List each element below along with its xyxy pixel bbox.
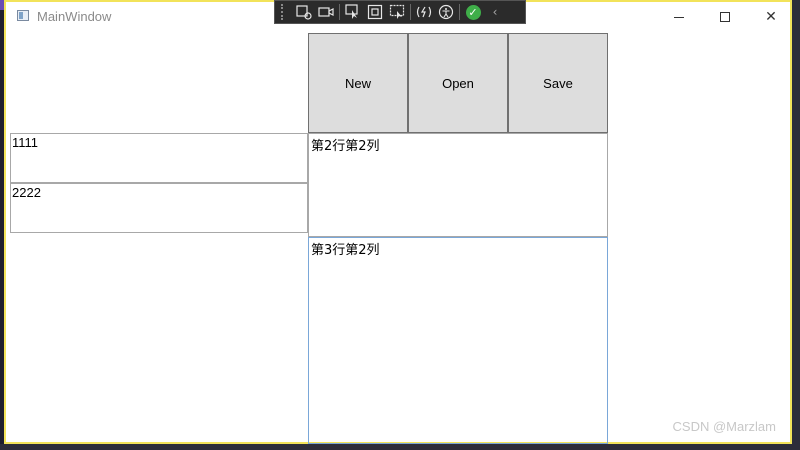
- grid-divider: [308, 233, 309, 237]
- new-button[interactable]: New: [308, 33, 408, 133]
- collapse-icon[interactable]: ‹: [486, 3, 504, 21]
- window-title: MainWindow: [37, 9, 112, 24]
- minimize-icon: [674, 16, 684, 18]
- textbox-1111[interactable]: 1111: [10, 133, 308, 183]
- content-grid: New Open Save 1111 2222 第2行第2列 第3行第2列: [10, 32, 794, 444]
- maximize-button[interactable]: [702, 2, 748, 32]
- debug-toolbar: ✓ ‹: [274, 0, 526, 24]
- minimize-button[interactable]: [656, 2, 702, 32]
- maximize-icon: [720, 12, 730, 22]
- open-button[interactable]: Open: [408, 33, 508, 133]
- textbox-2222[interactable]: 2222: [10, 183, 308, 233]
- toolbar-separator: [459, 4, 460, 20]
- background-panel: [0, 444, 800, 450]
- close-icon: ✕: [765, 9, 777, 25]
- hot-reload-icon[interactable]: [415, 3, 433, 21]
- close-button[interactable]: ✕: [748, 2, 794, 32]
- watermark: CSDN @Marzlam: [672, 419, 776, 434]
- select-target-icon[interactable]: [344, 3, 362, 21]
- select-element-icon[interactable]: [295, 3, 313, 21]
- toolbar-separator: [410, 4, 411, 20]
- toolbar-separator: [339, 4, 340, 20]
- cell-row2-col2: 第2行第2列: [308, 133, 608, 237]
- cell-row3-col2: 第3行第2列: [308, 237, 608, 444]
- display-layout-icon[interactable]: [366, 3, 384, 21]
- save-button[interactable]: Save: [508, 33, 608, 133]
- app-icon: [17, 10, 29, 21]
- status-ok-icon[interactable]: ✓: [464, 3, 482, 21]
- main-window: MainWindow ✕ New Open Save 1111 2222 第2行…: [4, 0, 792, 444]
- record-icon[interactable]: [317, 3, 335, 21]
- track-focus-icon[interactable]: [388, 3, 406, 21]
- drag-handle-icon[interactable]: [281, 4, 287, 20]
- accessibility-icon[interactable]: [437, 3, 455, 21]
